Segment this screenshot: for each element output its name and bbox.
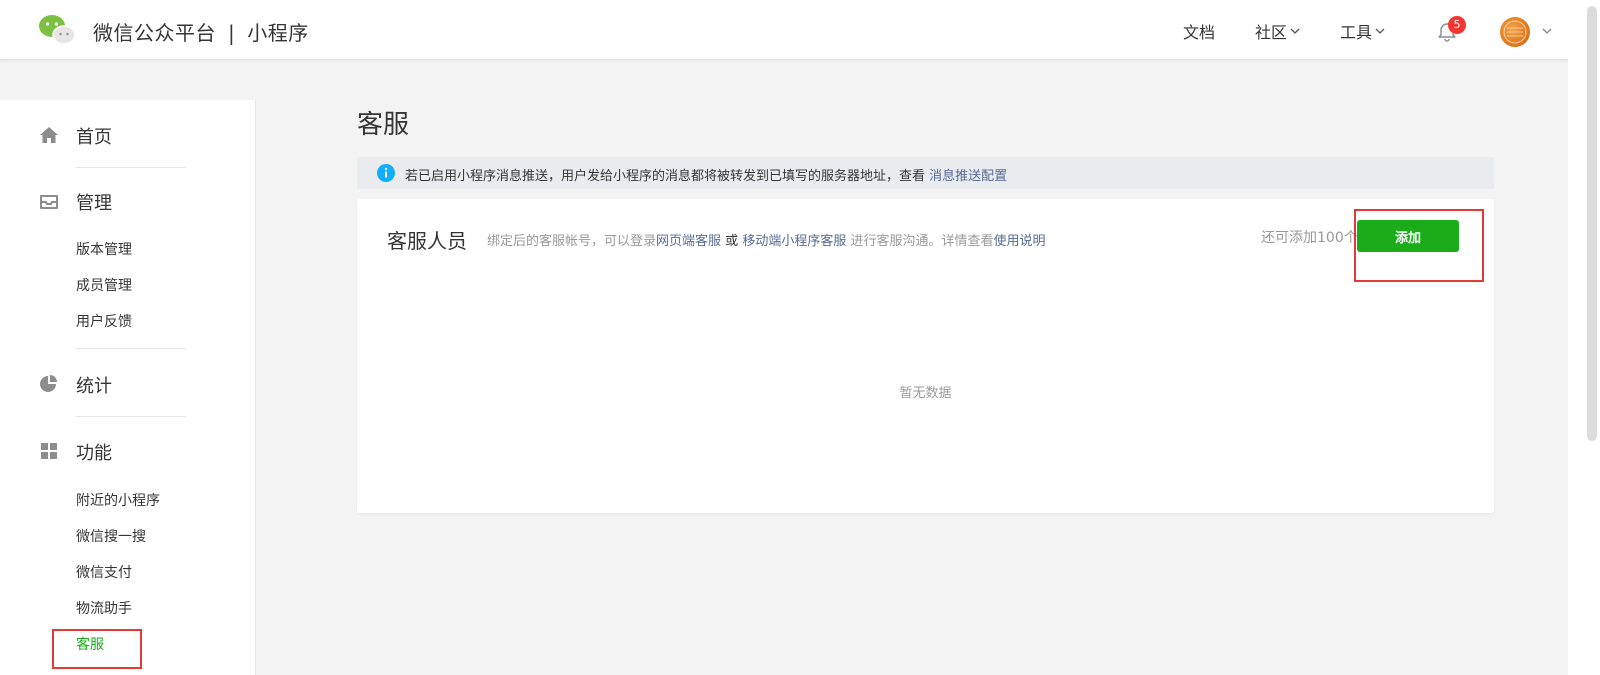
menu-divider [76, 416, 186, 417]
chevron-down-icon[interactable] [1541, 25, 1553, 37]
avatar[interactable] [1500, 17, 1530, 47]
panel-title: 客服人员 [387, 229, 467, 253]
nav-community-label: 社区 [1255, 23, 1288, 42]
sidebar: 首页 管理 版本管理 成员管理 用户反馈 统计 功能 附近的小程序 微信搜一搜 … [0, 100, 256, 675]
web-customer-service-link[interactable]: 网页端客服 [656, 234, 721, 249]
sidebar-item-nearby-miniprogram[interactable]: 附近的小程序 [76, 490, 160, 510]
mobile-customer-service-link[interactable]: 移动端小程序客服 [742, 234, 846, 249]
nav-docs-label: 文档 [1183, 23, 1216, 42]
desc-suffix: 进行客服沟通。详情查看 [850, 234, 994, 249]
notice-bar: 若已启用小程序消息推送，用户发给小程序的消息都将被转发到已填写的服务器地址，查看… [357, 157, 1494, 189]
sidebar-item-wechat-search[interactable]: 微信搜一搜 [76, 526, 146, 546]
nav-tools[interactable]: 工具 [1340, 19, 1386, 43]
notice-text-wrap: 若已启用小程序消息推送，用户发给小程序的消息都将被转发到已填写的服务器地址，查看… [405, 165, 1007, 184]
nav-tools-label: 工具 [1340, 23, 1373, 42]
sidebar-item-version-manage[interactable]: 版本管理 [76, 239, 132, 259]
nav-community[interactable]: 社区 [1255, 19, 1301, 43]
notice-text: 若已启用小程序消息推送，用户发给小程序的消息都将被转发到已填写的服务器地址，查看 [405, 169, 926, 184]
sidebar-item-stats[interactable]: 统计 [76, 372, 112, 398]
customer-service-panel: 客服人员 绑定后的客服帐号，可以登录网页端客服 或 移动端小程序客服 进行客服沟… [357, 199, 1494, 513]
grid-icon [41, 443, 57, 459]
highlight-box-sidebar [52, 629, 142, 669]
notification-badge[interactable]: 5 [1448, 16, 1466, 34]
wechat-logo-icon[interactable] [38, 14, 76, 46]
pie-chart-icon [40, 375, 57, 392]
sidebar-item-home[interactable]: 首页 [76, 123, 112, 149]
avatar-pattern-icon [1503, 20, 1527, 44]
nav-docs[interactable]: 文档 [1183, 19, 1215, 43]
remaining-count: 还可添加100个 [1261, 230, 1358, 246]
home-icon [40, 127, 58, 143]
menu-divider [76, 348, 186, 349]
sidebar-item-member-manage[interactable]: 成员管理 [76, 275, 132, 295]
chevron-down-icon [1290, 28, 1300, 34]
menu-divider [76, 167, 186, 168]
desc-or: 或 [725, 234, 739, 249]
highlight-box-add [1354, 209, 1484, 282]
chevron-down-icon [1375, 28, 1385, 34]
desc-prefix: 绑定后的客服帐号，可以登录 [487, 234, 657, 249]
brand-product: 小程序 [247, 21, 309, 45]
sidebar-item-manage[interactable]: 管理 [76, 189, 112, 215]
sidebar-item-user-feedback[interactable]: 用户反馈 [76, 311, 132, 331]
top-header: 微信公众平台 | 小程序 文档 社区 工具 5 [0, 0, 1568, 60]
inbox-icon [40, 195, 58, 209]
info-icon [377, 164, 395, 182]
empty-state: 暂无数据 [899, 386, 952, 401]
sidebar-item-wechat-pay[interactable]: 微信支付 [76, 562, 132, 582]
sidebar-item-logistics[interactable]: 物流助手 [76, 598, 132, 618]
sidebar-item-features[interactable]: 功能 [76, 439, 112, 465]
page-title: 客服 [357, 110, 410, 140]
message-push-config-link[interactable]: 消息推送配置 [929, 169, 1007, 184]
panel-description: 绑定后的客服帐号，可以登录网页端客服 或 移动端小程序客服 进行客服沟通。详情查… [487, 230, 1046, 249]
brand-title[interactable]: 微信公众平台 | 小程序 [93, 17, 309, 46]
brand-name: 微信公众平台 [93, 21, 216, 45]
scrollbar-thumb[interactable] [1587, 6, 1597, 441]
brand-separator: | [228, 21, 236, 45]
usage-guide-link[interactable]: 使用说明 [994, 234, 1046, 249]
